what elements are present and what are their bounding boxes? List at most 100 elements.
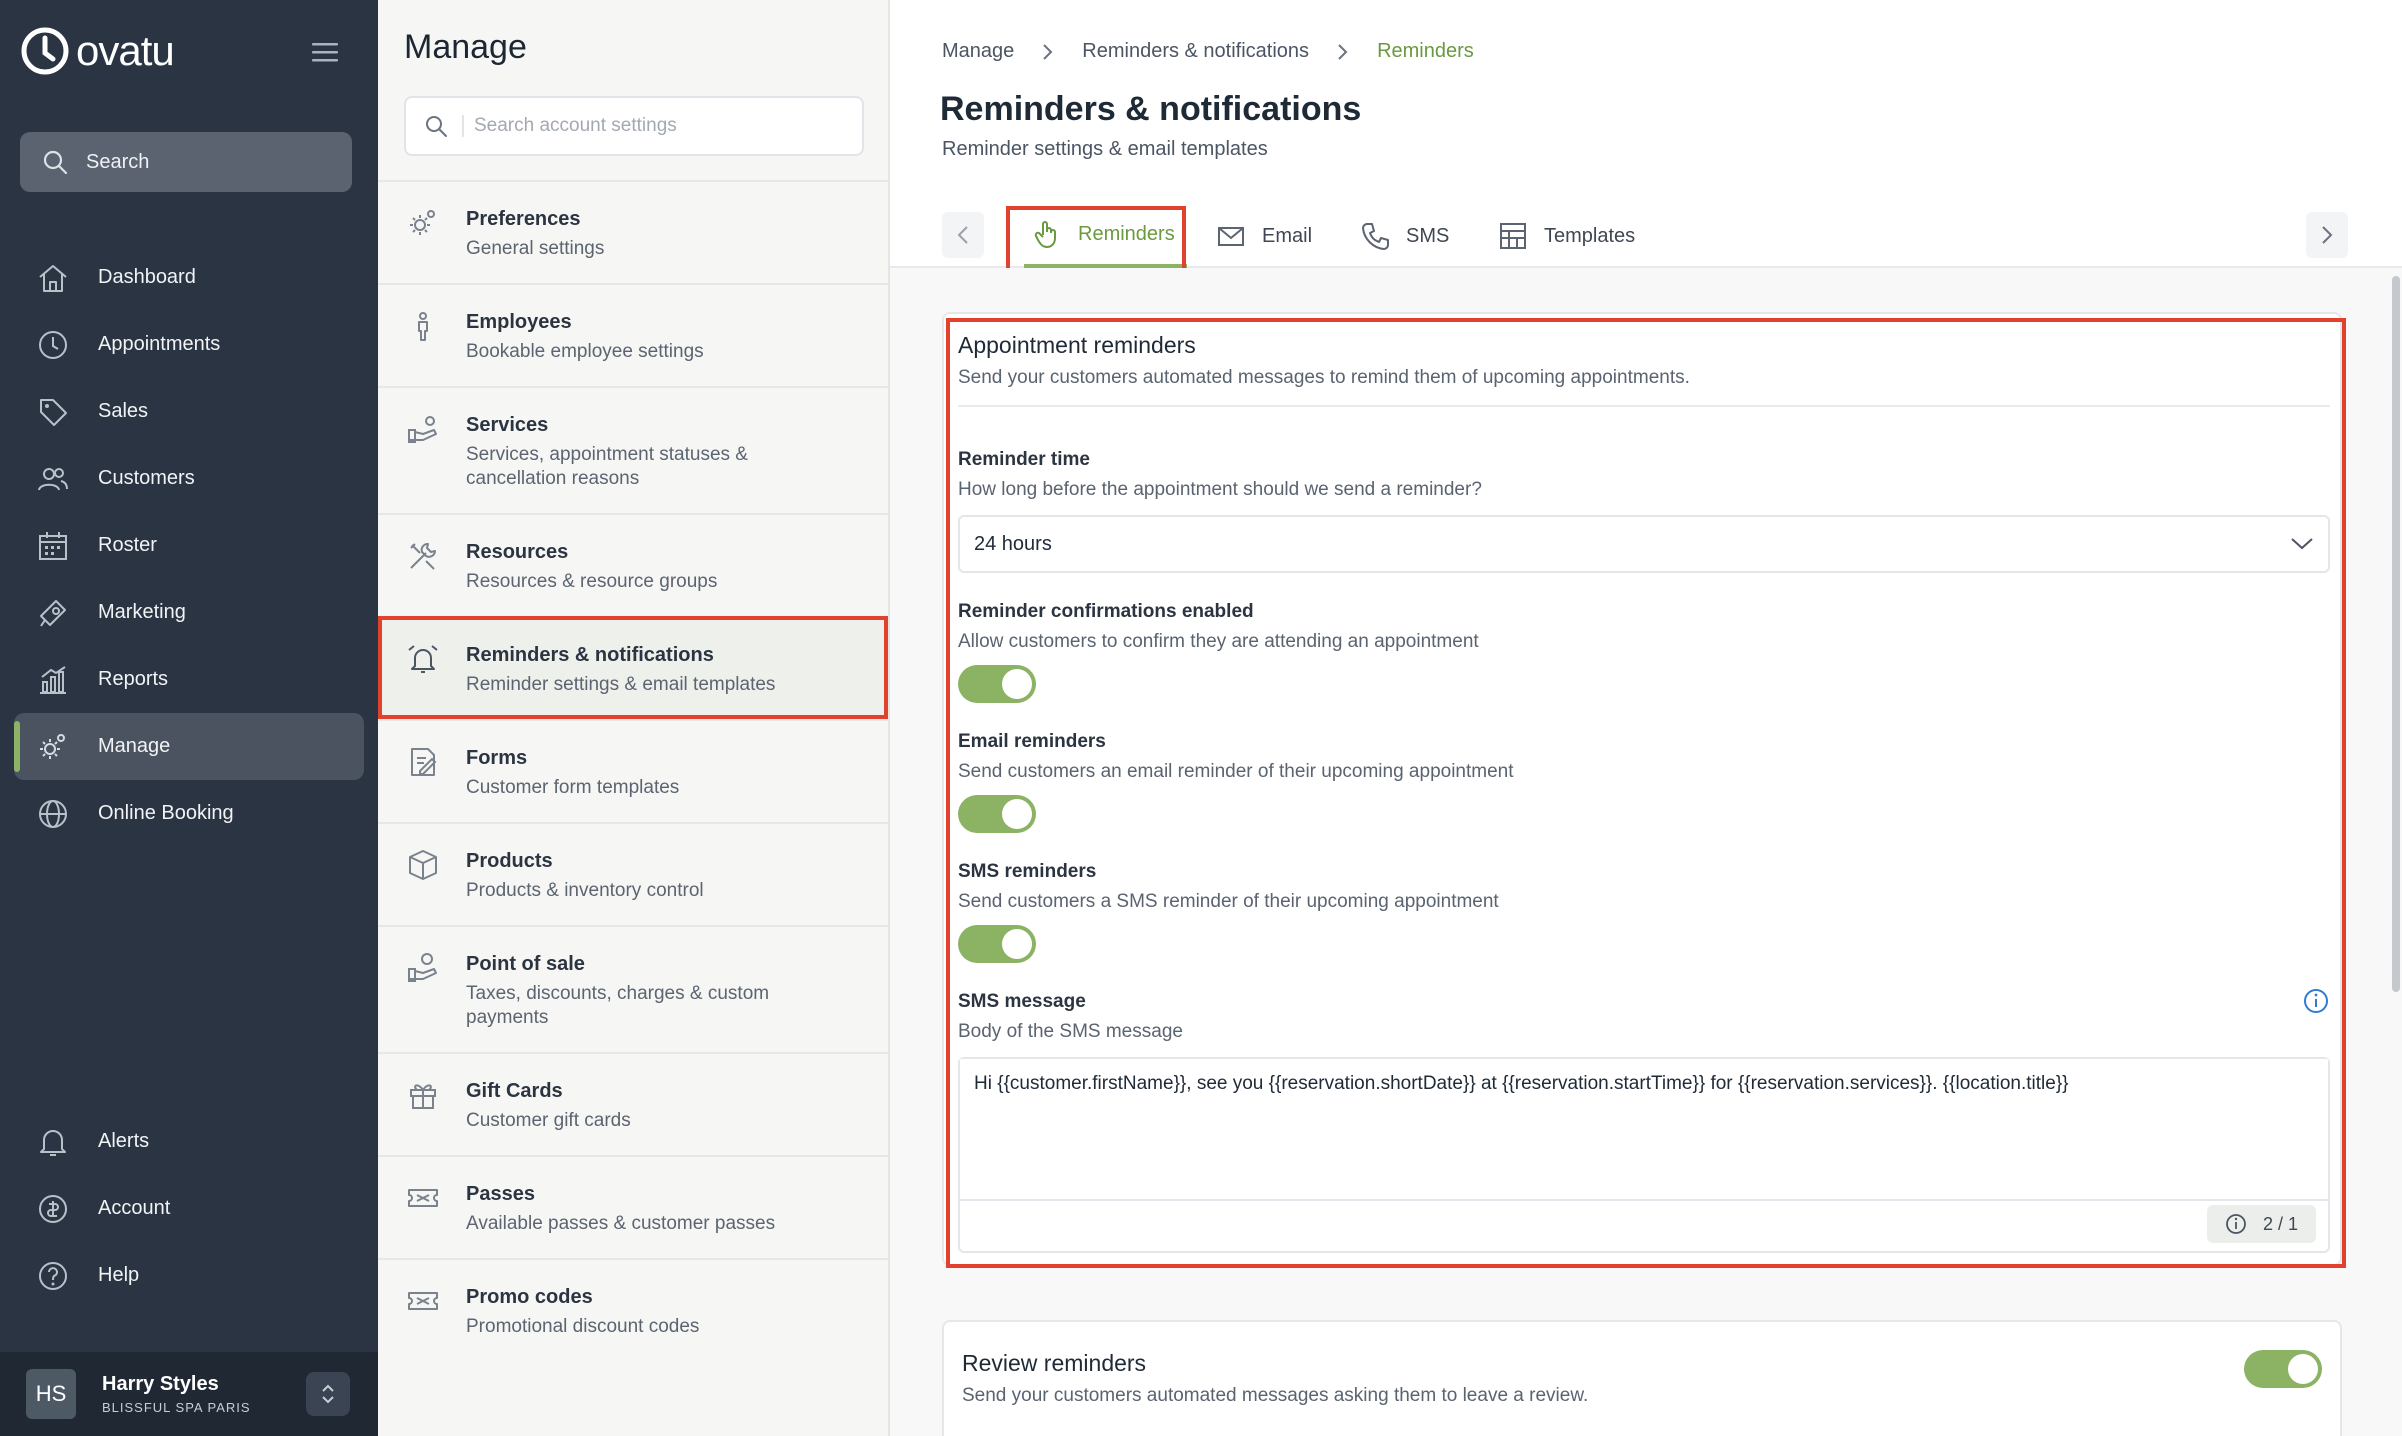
reminder-time-value: 24 hours	[974, 532, 1052, 555]
email-reminders-desc: Send customers an email reminder of thei…	[958, 761, 1514, 782]
section-divider	[958, 405, 2330, 407]
confirmations-toggle[interactable]	[958, 665, 1036, 703]
manage-panel: Manage Preferences General settings Emplo…	[378, 0, 890, 1436]
manage-item-sub: Customer form templates	[466, 777, 680, 798]
sidebar-item-label: Sales	[98, 400, 149, 422]
search-icon	[426, 116, 447, 137]
reminder-time-label: Reminder time	[958, 449, 1090, 470]
scrollbar[interactable]	[2392, 276, 2400, 992]
sidebar-item-help[interactable]: Help	[0, 1242, 378, 1309]
user-bar[interactable]: HS Harry Styles BLISSFUL SPA PARIS	[0, 1352, 378, 1436]
sidebar-item-marketing[interactable]: Marketing	[0, 579, 378, 646]
manage-item-point-of-sale[interactable]: Point of sale Taxes, discounts, charges &…	[378, 925, 888, 1052]
manage-item-title: Preferences	[466, 208, 581, 230]
manage-item-reminders-notifications[interactable]: Reminders & notifications Reminder settin…	[378, 616, 888, 719]
sidebar-item-dashboard[interactable]: Dashboard	[0, 244, 378, 311]
sidebar-item-online-booking[interactable]: Online Booking	[0, 780, 378, 847]
breadcrumb-manage[interactable]: Manage	[942, 40, 1014, 63]
sidebar-item-appointments[interactable]: Appointments	[0, 311, 378, 378]
mail-icon	[1218, 227, 1244, 246]
sms-message-input[interactable]: Hi {{customer.firstName}}, see you {{res…	[960, 1059, 2328, 1201]
manage-item-sub: Available passes & customer passes	[466, 1213, 776, 1234]
email-reminders-toggle[interactable]	[958, 795, 1036, 833]
tabs-scroll-left-button[interactable]	[942, 212, 984, 258]
manage-item-employees[interactable]: Employees Bookable employee settings	[378, 283, 888, 386]
form-icon	[411, 748, 437, 776]
avatar: HS	[26, 1369, 76, 1419]
sidebar-item-label: Alerts	[98, 1130, 150, 1152]
sidebar-item-alerts[interactable]: Alerts	[0, 1108, 378, 1175]
sidebar-item-customers[interactable]: Customers	[0, 445, 378, 512]
info-icon[interactable]	[2302, 987, 2330, 1015]
manage-item-passes[interactable]: Passes Available passes & customer passes	[378, 1155, 888, 1258]
breadcrumb-reminders-notifications[interactable]: Reminders & notifications	[1082, 40, 1309, 63]
review-reminders-desc: Send your customers automated messages a…	[962, 1385, 1589, 1406]
alarm-icon	[408, 645, 438, 673]
sidebar-item-sales[interactable]: Sales	[0, 378, 378, 445]
manage-item-title: Products	[466, 850, 553, 872]
sidebar-item-label: Account	[98, 1197, 171, 1219]
template-icon	[1500, 223, 1526, 249]
manage-item-sub: Services, appointment statuses & cancell…	[466, 444, 748, 489]
manage-item-sub: Products & inventory control	[466, 880, 704, 901]
sidebar-item-label: Roster	[98, 534, 157, 556]
sidebar-item-manage[interactable]: Manage	[14, 713, 364, 780]
sidebar-search[interactable]: Search	[20, 132, 352, 192]
chevron-left-icon	[957, 226, 968, 244]
ticket-icon	[408, 1189, 438, 1207]
manage-item-services[interactable]: Services Services, appointment statuses &…	[378, 386, 888, 513]
manage-item-sub: Resources & resource groups	[466, 571, 718, 592]
help-icon	[39, 1261, 67, 1290]
manage-item-forms[interactable]: Forms Customer form templates	[378, 719, 888, 822]
main-sidebar: ovatu Search Dashboard Appointments Sale…	[0, 0, 378, 1436]
gift-icon	[410, 1084, 436, 1109]
logo[interactable]: ovatu	[20, 26, 175, 76]
manage-search[interactable]	[404, 96, 864, 156]
account-switch-button[interactable]	[306, 1372, 350, 1416]
tabs-scroll-right-button[interactable]	[2306, 212, 2348, 258]
sms-message-box: Hi {{customer.firstName}}, see you {{res…	[958, 1057, 2330, 1253]
manage-item-gift-cards[interactable]: Gift Cards Customer gift cards	[378, 1052, 888, 1155]
chart-icon	[40, 665, 66, 694]
review-reminders-toggle[interactable]	[2244, 1350, 2322, 1388]
sidebar-item-account[interactable]: Account	[0, 1175, 378, 1242]
appointment-reminders-title: Appointment reminders	[958, 332, 1196, 358]
sidebar-item-label: Reports	[98, 668, 169, 690]
manage-search-input[interactable]	[462, 115, 842, 137]
appointment-reminders-content: Appointment reminders Send your customer…	[958, 332, 2330, 1253]
sidebar-item-roster[interactable]: Roster	[0, 512, 378, 579]
pos-icon	[408, 953, 437, 982]
email-reminders-label: Email reminders	[958, 731, 1106, 752]
manage-item-resources[interactable]: Resources Resources & resource groups	[378, 513, 888, 616]
tab-templates[interactable]: Templates	[1498, 204, 1635, 268]
manage-item-title: Point of sale	[466, 953, 585, 975]
sidebar-item-reports[interactable]: Reports	[0, 646, 378, 713]
manage-item-promo-codes[interactable]: Promo codes Promotional discount codes	[378, 1258, 888, 1361]
manage-item-sub: Reminder settings & email templates	[466, 674, 776, 695]
tab-label: SMS	[1406, 224, 1450, 247]
info-icon	[2226, 1214, 2246, 1234]
manage-item-preferences[interactable]: Preferences General settings	[378, 180, 888, 283]
reminder-time-select[interactable]: 24 hours	[958, 515, 2330, 573]
manage-item-title: Reminders & notifications	[466, 644, 714, 666]
appointment-reminders-desc: Send your customers automated messages t…	[958, 367, 1690, 388]
sidebar-item-label: Manage	[98, 735, 171, 757]
settings-scroll-area[interactable]: Appointment reminders Send your customer…	[890, 268, 2402, 1436]
gear-icon	[410, 210, 435, 235]
tab-sms[interactable]: SMS	[1360, 204, 1449, 268]
tab-email[interactable]: Email	[1216, 204, 1312, 268]
sidebar-nav: Dashboard Appointments Sales Customers R…	[0, 244, 378, 847]
user-organization: BLISSFUL SPA PARIS	[102, 1400, 251, 1415]
gear-icon	[40, 733, 65, 759]
sidebar-search-label: Search	[86, 150, 150, 173]
home-icon	[39, 264, 67, 292]
tools-icon	[410, 543, 436, 570]
menu-toggle-icon[interactable]	[308, 38, 342, 66]
confirmations-desc: Allow customers to confirm they are atte…	[958, 631, 1479, 652]
main-content: Manage Reminders & notifications Reminde…	[890, 0, 2402, 1436]
sms-counter-badge: 2 / 1	[2206, 1205, 2316, 1243]
manage-item-products[interactable]: Products Products & inventory control	[378, 822, 888, 925]
sms-reminders-desc: Send customers a SMS reminder of their u…	[958, 891, 1499, 912]
sms-reminders-label: SMS reminders	[958, 861, 1097, 882]
sms-reminders-toggle[interactable]	[958, 925, 1036, 963]
